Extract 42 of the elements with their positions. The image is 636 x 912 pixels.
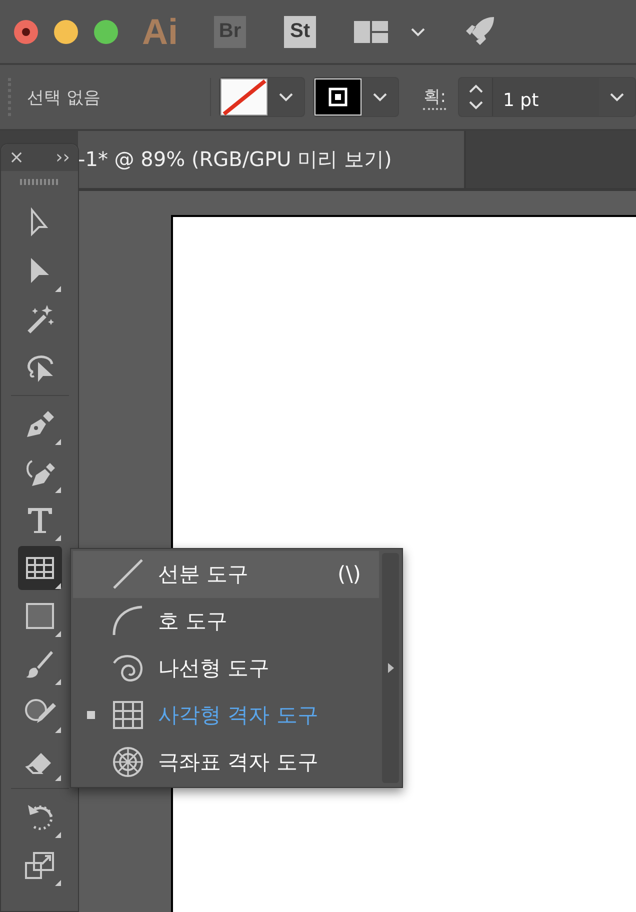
fill-swatch[interactable]: [219, 77, 306, 117]
selection-status: 선택 없음: [27, 78, 212, 116]
zoom-window-button[interactable]: [94, 20, 118, 44]
flyout-corner-icon: [54, 583, 60, 589]
shortcut-label: (\): [338, 562, 361, 586]
panel-grip[interactable]: [20, 179, 60, 185]
line-icon: [111, 557, 145, 592]
stepper-icon[interactable]: [468, 82, 484, 112]
stroke-icon: [314, 78, 362, 116]
no-fill-icon: [220, 78, 268, 116]
chevron-down-icon: [278, 92, 294, 102]
polar-grid-icon: [111, 744, 145, 779]
close-window-button[interactable]: [14, 20, 38, 44]
stroke-swatch[interactable]: [313, 77, 400, 117]
flyout-corner-icon: [54, 487, 60, 493]
flyout-corner-icon: [54, 679, 60, 685]
flyout-corner-icon: [54, 727, 60, 733]
stroke-weight-field[interactable]: 1 pt: [458, 77, 636, 117]
chevron-down-icon: [410, 26, 426, 36]
flyout-corner-icon: [54, 631, 60, 637]
flyout-corner-icon: [54, 832, 60, 838]
flyout-corner-icon: [54, 535, 60, 541]
document-tab[interactable]: -1* @ 89% (RGB/GPU 미리 보기): [78, 131, 466, 188]
flyout-corner-icon: [54, 880, 60, 886]
chevron-down-icon: [609, 92, 625, 102]
minimize-window-button[interactable]: [54, 20, 78, 44]
menu-item[interactable]: 극좌표 격자 도구: [73, 738, 379, 785]
dot-icon: [22, 28, 30, 36]
triangle-right-icon: [388, 663, 394, 673]
app-logo: Ai: [142, 10, 178, 52]
expand-panel-button[interactable]: ››: [56, 148, 70, 166]
menu-item[interactable]: 나선형 도구: [73, 644, 379, 692]
chevron-down-icon: [372, 92, 388, 102]
flyout-corner-icon: [54, 286, 60, 292]
tool-button[interactable]: [18, 546, 62, 590]
stroke-label: 획:: [423, 84, 446, 110]
menu-item[interactable]: 호 도구: [73, 598, 379, 645]
flyout-corner-icon: [54, 439, 60, 445]
menu-item[interactable]: 선분 도구 (\): [73, 551, 379, 598]
stock-button[interactable]: St: [284, 16, 316, 48]
flyout-corner-icon: [54, 775, 60, 781]
close-panel-button[interactable]: ×: [9, 148, 24, 166]
